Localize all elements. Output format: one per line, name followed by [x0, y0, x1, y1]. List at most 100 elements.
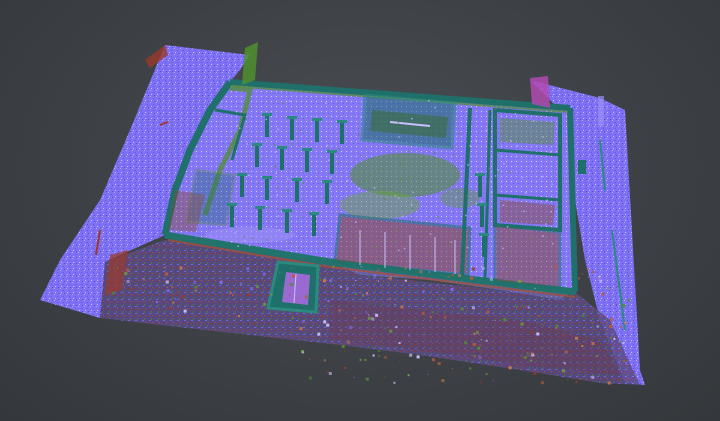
debris-point: [563, 315, 565, 317]
floor-point: [498, 172, 500, 174]
column: [230, 205, 234, 227]
floor-point: [448, 244, 450, 246]
debris-point: [469, 367, 472, 370]
debris-point: [323, 320, 327, 324]
debris-point: [164, 272, 168, 276]
floor-point: [471, 225, 473, 228]
debris-point: [114, 267, 115, 269]
debris-point: [597, 277, 600, 280]
debris-point: [527, 306, 530, 309]
floor-point: [244, 239, 246, 242]
debris-point: [279, 271, 281, 273]
floor-point: [325, 102, 327, 105]
debris-point: [378, 350, 381, 352]
floor-point: [495, 129, 498, 132]
floor-point: [275, 165, 277, 168]
debris-point: [540, 381, 544, 385]
floor-point: [376, 179, 378, 181]
debris-point: [174, 297, 177, 300]
floor-point: [374, 246, 376, 248]
point-cloud-scene[interactable]: [0, 0, 720, 421]
debris-point: [384, 355, 388, 359]
debris-point: [166, 289, 170, 293]
floor-point: [460, 165, 463, 167]
floor-point: [299, 129, 302, 131]
debris-point: [382, 379, 383, 381]
debris-point: [263, 302, 267, 306]
column-cap: [262, 113, 272, 116]
debris-point: [404, 267, 407, 270]
debris-point: [485, 339, 488, 342]
debris-point: [388, 282, 389, 283]
debris-point: [428, 270, 431, 273]
column: [265, 115, 269, 137]
debris-point: [575, 380, 578, 383]
debris-point: [329, 279, 333, 283]
debris-point: [555, 327, 557, 330]
floor-point: [492, 220, 494, 222]
floor-point: [510, 139, 512, 142]
debris-point: [477, 346, 481, 350]
debris-point: [262, 272, 266, 276]
debris-point: [384, 376, 386, 378]
debris-point: [219, 280, 223, 284]
debris-point: [407, 374, 410, 377]
floor-point: [326, 144, 328, 147]
debris-point: [339, 285, 342, 288]
debris-point: [462, 284, 463, 286]
floor-point: [497, 151, 499, 153]
floor-point: [373, 187, 376, 189]
floor-point: [551, 242, 554, 245]
debris-point: [393, 322, 395, 324]
debris-point: [554, 265, 558, 269]
debris-point: [353, 376, 355, 378]
debris-point: [317, 332, 321, 336]
floor-point: [243, 236, 246, 238]
3d-viewport[interactable]: [0, 0, 720, 421]
debris-point: [338, 309, 341, 312]
column-cap: [252, 143, 262, 146]
floor-point: [402, 215, 404, 218]
debris-point: [563, 362, 566, 365]
floor-point: [301, 216, 303, 218]
debris-point: [531, 331, 534, 335]
floor-point: [328, 159, 330, 161]
debris-point: [346, 286, 349, 290]
debris-point: [515, 272, 517, 274]
debris-point: [564, 350, 568, 354]
floor-point: [422, 157, 424, 159]
debris-point: [255, 322, 257, 324]
debris-point: [509, 335, 511, 336]
floor-point: [466, 195, 468, 197]
debris-point: [464, 341, 468, 345]
floor-point: [516, 145, 518, 147]
debris-point: [124, 272, 128, 276]
floor-point: [323, 197, 325, 199]
debris-point: [460, 307, 464, 311]
debris-point: [373, 274, 377, 278]
debris-point: [194, 289, 197, 292]
floor-point: [410, 204, 413, 206]
debris-point: [432, 311, 434, 314]
debris-point: [404, 279, 407, 282]
debris-point: [607, 287, 609, 290]
debris-point: [171, 294, 174, 297]
debris-point: [523, 356, 527, 360]
debris-point: [177, 291, 180, 294]
debris-point: [181, 284, 183, 286]
debris-point: [126, 268, 130, 272]
floor-point: [252, 147, 254, 149]
debris-point: [253, 306, 255, 308]
debris-point: [354, 317, 356, 319]
floor-point: [394, 195, 396, 197]
debris-point: [139, 288, 141, 290]
debris-point: [422, 290, 425, 293]
debris-point: [503, 276, 505, 278]
debris-point: [424, 334, 426, 336]
debris-point: [416, 355, 420, 359]
column-cap: [477, 203, 487, 206]
debris-point: [616, 286, 618, 287]
debris-point: [280, 325, 282, 327]
debris-point: [591, 342, 595, 346]
debris-point: [442, 278, 444, 280]
